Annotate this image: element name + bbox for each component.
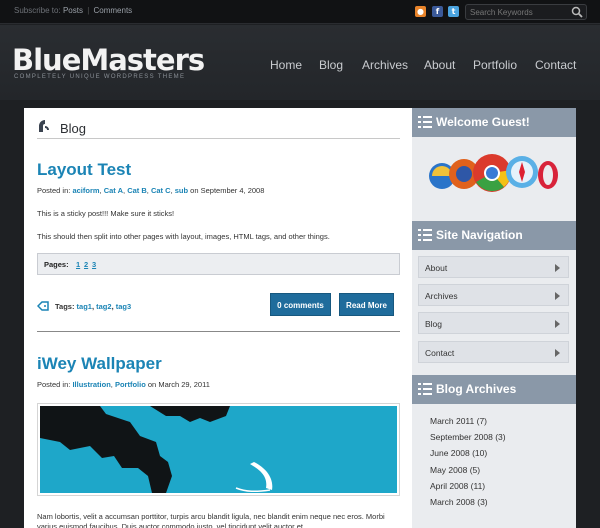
widget-title: Blog Archives xyxy=(436,382,517,396)
list-icon xyxy=(418,116,432,128)
wallpaper-image xyxy=(40,406,397,493)
post-meta: Posted in: aciform, Cat A, Cat B, Cat C,… xyxy=(37,186,265,195)
archive-link[interactable]: September 2008 (3) xyxy=(430,432,506,442)
list-icon xyxy=(418,383,432,395)
post-date: on March 29, 2011 xyxy=(147,380,210,389)
subscribe-links: Subscribe to: Posts | Comments xyxy=(14,6,132,15)
nav-portfolio[interactable]: Portfolio xyxy=(473,58,517,72)
widget-title: Site Navigation xyxy=(436,228,523,242)
category-link[interactable]: Cat B xyxy=(127,186,147,195)
site-logo[interactable]: BlueMasters xyxy=(12,43,205,77)
category-link[interactable]: sub xyxy=(175,186,188,195)
main-column: Blog Layout Test Posted in: aciform, Cat… xyxy=(24,108,411,528)
arrow-right-icon xyxy=(555,264,560,272)
widget-title: Welcome Guest! xyxy=(436,115,530,129)
tag-link[interactable]: tag1 xyxy=(77,302,92,311)
post-paragraph: This should then split into other pages … xyxy=(37,232,330,241)
category-link[interactable]: Cat C xyxy=(151,186,171,195)
subscribe-label: Subscribe to: xyxy=(14,6,61,15)
arrow-right-icon xyxy=(555,292,560,300)
site-tagline: COMPLETELY UNIQUE WORDPRESS THEME xyxy=(14,74,186,80)
tag-link[interactable]: tag3 xyxy=(116,302,131,311)
nav-blog[interactable]: Blog xyxy=(319,58,343,72)
page-link[interactable]: 2 xyxy=(84,260,88,269)
post-date: on September 4, 2008 xyxy=(190,186,265,195)
blog-icon xyxy=(39,120,49,132)
archive-link[interactable]: April 2008 (11) xyxy=(430,481,485,491)
tag-icon xyxy=(37,301,49,311)
archive-link[interactable]: June 2008 (10) xyxy=(430,448,487,458)
read-more-button[interactable]: Read More xyxy=(339,293,394,316)
tag-link[interactable]: tag2 xyxy=(96,302,111,311)
page-link[interactable]: 1 xyxy=(76,260,80,269)
separator: | xyxy=(87,6,90,15)
archive-link[interactable]: March 2008 (3) xyxy=(430,497,488,507)
page-link[interactable]: 3 xyxy=(92,260,96,269)
nav-about[interactable]: About xyxy=(424,58,455,72)
nav-archives[interactable]: Archives xyxy=(362,58,408,72)
browsers-image xyxy=(429,154,558,192)
rss-icon[interactable]: ● xyxy=(415,6,426,17)
sidebar-item-label: About xyxy=(425,263,448,273)
content-wrapper: Blog Layout Test Posted in: aciform, Cat… xyxy=(24,108,576,528)
archive-link[interactable]: March 2011 (7) xyxy=(430,416,487,426)
sidebar-item-blog[interactable]: Blog xyxy=(418,312,569,334)
sidebar-item-archives[interactable]: Archives xyxy=(418,284,569,306)
arrow-right-icon xyxy=(555,349,560,357)
site-header: BlueMasters COMPLETELY UNIQUE WORDPRESS … xyxy=(0,25,600,100)
posts-feed-link[interactable]: Posts xyxy=(63,6,83,15)
search-input[interactable] xyxy=(470,6,570,18)
search-icon[interactable] xyxy=(571,6,583,18)
post-excerpt: Nam lobortis, velit a accumsan porttitor… xyxy=(37,512,385,528)
nav-home[interactable]: Home xyxy=(270,58,302,72)
sidebar-item-about[interactable]: About xyxy=(418,256,569,278)
category-link[interactable]: Cat A xyxy=(104,186,123,195)
section-header: Blog xyxy=(37,119,400,139)
list-icon xyxy=(418,229,432,241)
tags-label: Tags: xyxy=(55,302,75,311)
nav-contact[interactable]: Contact xyxy=(535,58,576,72)
posted-in-label: Posted in: xyxy=(37,186,71,195)
category-link[interactable]: Portfolio xyxy=(115,380,146,389)
pagination: Pages: 1 2 3 xyxy=(37,253,400,275)
search-box xyxy=(465,4,587,20)
sidebar-item-label: Blog xyxy=(425,319,443,329)
sidebar-item-label: Archives xyxy=(425,291,458,301)
comments-button[interactable]: 0 comments xyxy=(270,293,331,316)
post-title[interactable]: iWey Wallpaper xyxy=(37,354,162,374)
sidebar-item-contact[interactable]: Contact xyxy=(418,341,569,363)
section-title: Blog xyxy=(60,121,87,136)
post-meta: Posted in: Illustration, Portfolio on Ma… xyxy=(37,380,210,389)
widget-header-navigation: Site Navigation xyxy=(412,221,576,250)
facebook-icon[interactable]: f xyxy=(432,6,443,17)
comments-feed-link[interactable]: Comments xyxy=(94,6,133,15)
top-bar: Subscribe to: Posts | Comments ● f t xyxy=(0,0,600,24)
archive-link[interactable]: May 2008 (5) xyxy=(430,465,480,475)
post-divider xyxy=(37,331,400,332)
sidebar: Welcome Guest! Site Navigation About Arc… xyxy=(412,108,576,528)
category-link[interactable]: Illustration xyxy=(72,380,110,389)
category-link[interactable]: aciform xyxy=(72,186,99,195)
arrow-right-icon xyxy=(555,320,560,328)
pages-label: Pages: xyxy=(44,260,69,269)
twitter-icon[interactable]: t xyxy=(448,6,459,17)
widget-header-archives: Blog Archives xyxy=(412,375,576,404)
post-tags: Tags: tag1, tag2, tag3 xyxy=(55,302,132,311)
post-title[interactable]: Layout Test xyxy=(37,160,131,180)
post-thumbnail[interactable] xyxy=(37,403,400,496)
sidebar-item-label: Contact xyxy=(425,348,455,358)
widget-header-welcome: Welcome Guest! xyxy=(412,108,576,137)
post-paragraph: This is a sticky post!!! Make sure it st… xyxy=(37,209,175,218)
posted-in-label: Posted in: xyxy=(37,380,71,389)
